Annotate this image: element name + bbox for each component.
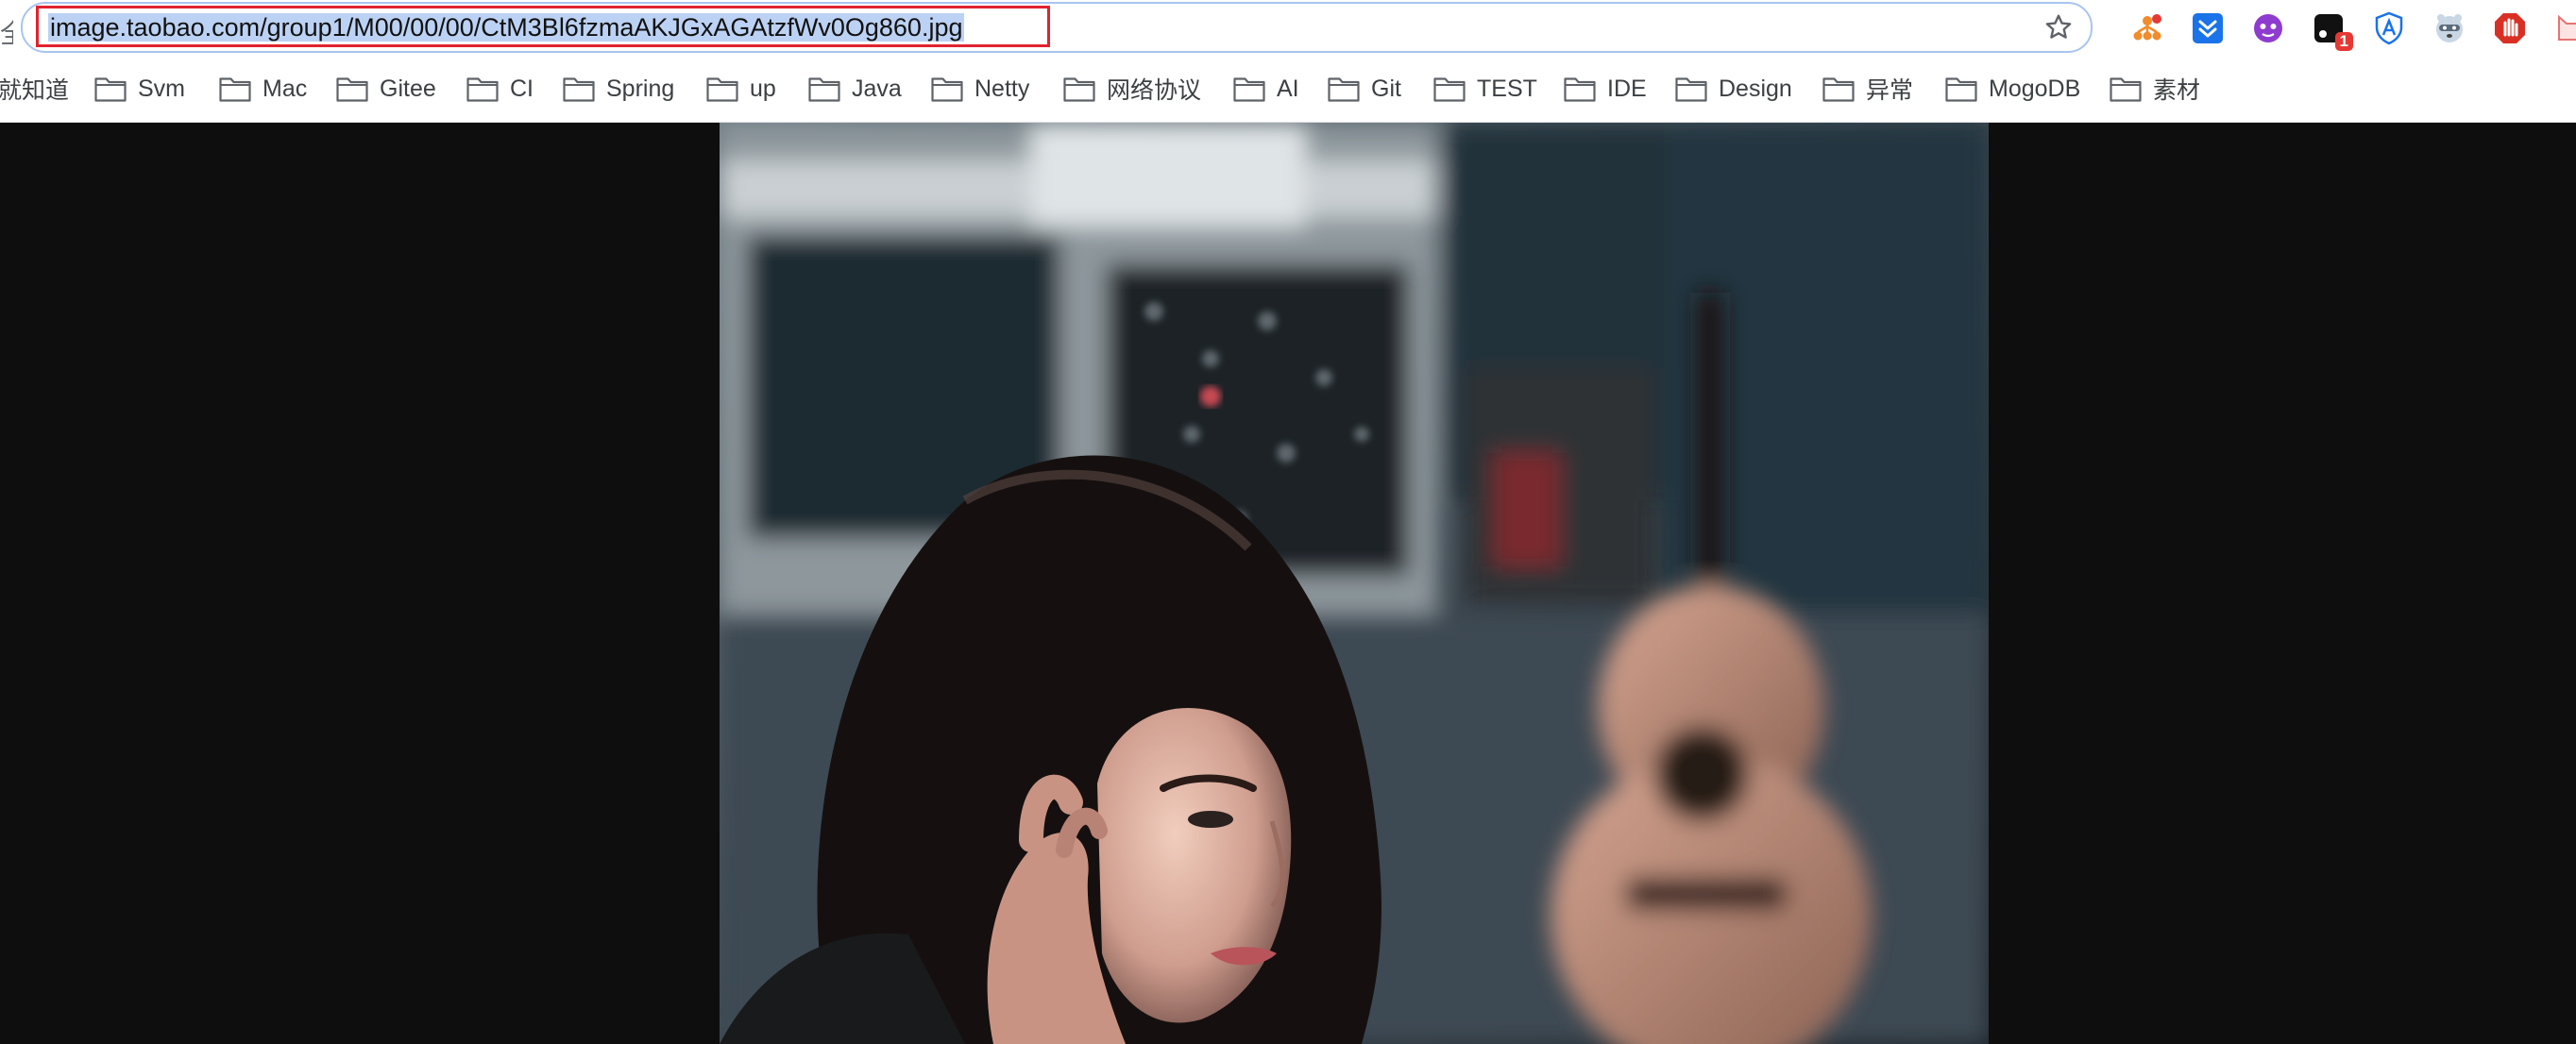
bookmark-label: 异常 — [1866, 77, 1914, 104]
bookmark-star-icon[interactable] — [2043, 12, 2074, 42]
bookmark-folder[interactable]: 网络协议 — [1063, 57, 1201, 121]
purple-face-ext-icon[interactable] — [2251, 11, 2285, 45]
folder-icon — [219, 77, 251, 102]
folder-icon — [1433, 77, 1466, 102]
network-graph-ext-icon[interactable] — [2130, 11, 2164, 45]
cat-ext-icon — [2558, 14, 2576, 41]
folder-icon — [706, 77, 738, 102]
bookmark-folder[interactable]: Spring — [563, 57, 674, 121]
bookmark-label: 素材 — [2153, 77, 2201, 104]
bookmark-folder[interactable]: TEST — [1433, 57, 1537, 121]
bookmark-label: Svm — [138, 75, 185, 102]
bookmark-item[interactable]: 就知道 — [0, 57, 69, 121]
folder-icon — [1328, 77, 1360, 102]
bookmark-label: Netty — [974, 75, 1030, 102]
bookmark-folder[interactable]: CI — [466, 57, 534, 121]
bookmark-label: TEST — [1477, 75, 1537, 102]
bookmark-folder[interactable]: Svm — [94, 57, 185, 121]
image-viewer — [0, 123, 2576, 1044]
bookmark-label: MogoDB — [1989, 75, 2081, 102]
bookmark-label: 网络协议 — [1107, 77, 1202, 104]
folder-icon — [1675, 77, 1707, 102]
bookmarks-bar: 就知道 Svm Mac Gitee CI Spring up Java Nett… — [0, 57, 2576, 123]
toolbar-edge-glyph: 全 — [0, 13, 13, 51]
black-square-ext[interactable]: 1 — [2312, 11, 2353, 51]
folder-icon — [466, 77, 499, 102]
bookmark-label: Mac — [263, 75, 308, 102]
folder-icon — [94, 77, 127, 102]
url-text[interactable]: image.taobao.com/group1/M00/00/00/CtM3Bl… — [48, 13, 965, 42]
folder-icon — [336, 77, 368, 102]
bookmark-label: CI — [510, 75, 534, 102]
bookmark-label: up — [750, 75, 776, 102]
displayed-photo[interactable] — [720, 123, 1989, 1044]
extensions-strip: 1 9 — [2106, 6, 2576, 51]
bookmark-folder[interactable]: Git — [1328, 57, 1401, 121]
bookmark-folder[interactable]: Netty — [931, 57, 1029, 121]
folder-icon — [1063, 77, 1095, 102]
shield-a-ext-icon[interactable] — [2372, 11, 2406, 45]
folder-icon — [1233, 77, 1265, 102]
bookmark-folder[interactable]: IDE — [1564, 57, 1647, 121]
photo-render — [720, 123, 1989, 1044]
bookmark-folder[interactable]: 异常 — [1822, 57, 1913, 121]
bookmark-label: 就知道 — [0, 77, 70, 104]
bookmark-label: AI — [1277, 75, 1299, 102]
folder-icon — [808, 77, 840, 102]
red-hand-ext-icon[interactable] — [2493, 11, 2527, 45]
raccoon-ext-icon[interactable] — [2432, 11, 2466, 45]
bookmark-folder[interactable]: MogoDB — [1945, 57, 2080, 121]
folder-icon — [563, 77, 595, 102]
bookmark-folder[interactable]: Design — [1675, 57, 1792, 121]
bookmark-folder[interactable]: Gitee — [336, 57, 436, 121]
folder-icon — [2110, 77, 2142, 102]
bookmark-folder[interactable]: AI — [1233, 57, 1299, 121]
browser-toolbar: 全 image.taobao.com/group1/M00/00/00/CtM3… — [0, 0, 2576, 57]
folder-icon — [931, 77, 963, 102]
bookmark-folder[interactable]: Java — [808, 57, 902, 121]
bookmark-folder[interactable]: 素材 — [2110, 57, 2200, 121]
folder-icon — [1822, 77, 1855, 102]
bookmark-label: Design — [1719, 75, 1792, 102]
bookmark-label: Java — [852, 75, 902, 102]
cat-ext[interactable]: 9 — [2555, 11, 2576, 45]
folder-icon — [1564, 77, 1596, 102]
folder-icon — [1945, 77, 1977, 102]
extension-badge: 1 — [2334, 32, 2353, 51]
url-highlight-box: image.taobao.com/group1/M00/00/00/CtM3Bl… — [36, 6, 1050, 47]
bookmark-folder[interactable]: up — [706, 57, 776, 121]
bookmark-folder[interactable]: Mac — [219, 57, 307, 121]
bookmark-label: Spring — [606, 75, 675, 102]
bookmark-label: Gitee — [380, 75, 436, 102]
bookmark-label: IDE — [1607, 75, 1647, 102]
address-bar[interactable]: image.taobao.com/group1/M00/00/00/CtM3Bl… — [21, 2, 2093, 53]
blue-download-ext-icon[interactable] — [2191, 11, 2225, 45]
bookmark-label: Git — [1371, 75, 1401, 102]
